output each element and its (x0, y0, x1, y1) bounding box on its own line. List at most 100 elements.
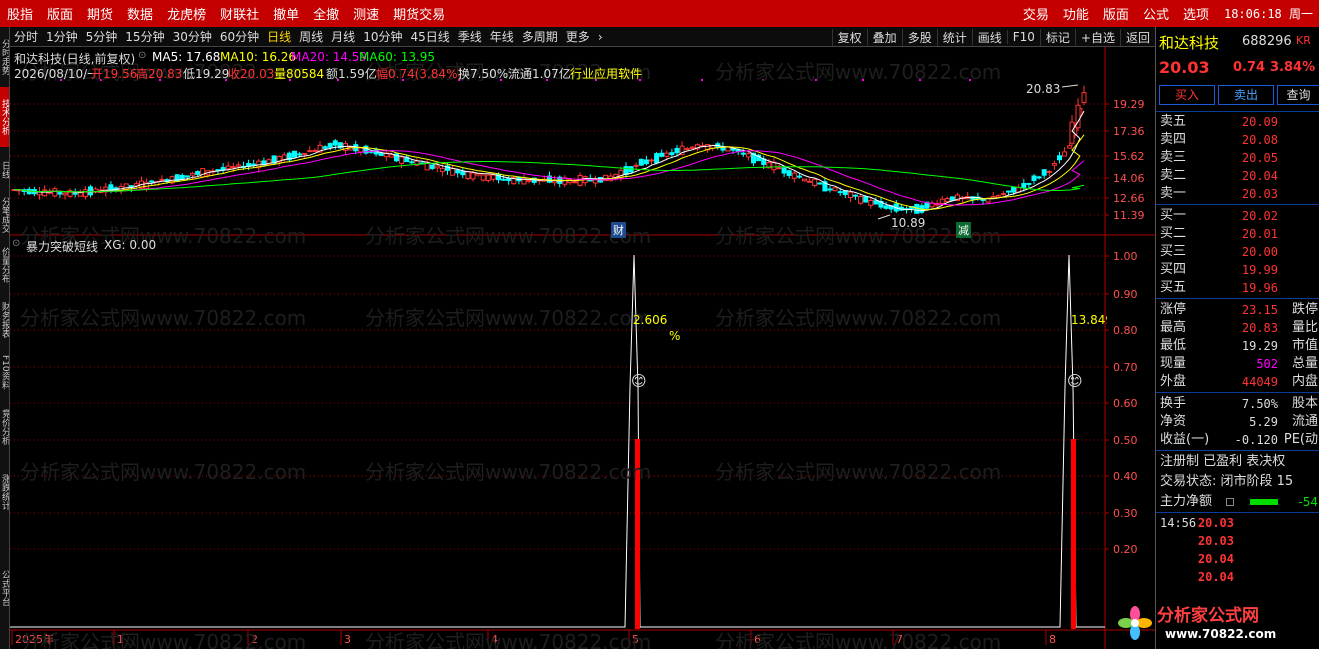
kline-chart[interactable]: 19.29 17.36 15.62 14.06 12.66 11.39 1.00 0.90 0.… (10, 47, 1155, 649)
period-tab[interactable]: 更多 (562, 28, 594, 45)
candle-body (88, 186, 93, 196)
toolbar-button[interactable]: 多股 (901, 28, 937, 46)
menu-item-right[interactable]: 选项 (1176, 4, 1216, 23)
candle-body (1051, 162, 1057, 166)
toolbar-button[interactable]: 返回 (1119, 28, 1155, 46)
price-axis-label: 14.06 (1113, 172, 1145, 185)
price-change: 0.74 (1233, 60, 1266, 75)
finance-mark[interactable]: 财 (611, 222, 626, 238)
query-button[interactable]: 查询 (1277, 85, 1319, 105)
menu-item[interactable]: 撤单 (266, 4, 306, 23)
toolbar-button[interactable]: 叠加 (866, 28, 902, 46)
menu-item[interactable]: 测速 (346, 4, 386, 23)
more-chevron-icon[interactable]: › (594, 30, 607, 44)
menu-item-right[interactable]: 交易 (1016, 4, 1056, 23)
left-tab[interactable]: 日线 (0, 147, 9, 192)
left-tab[interactable]: 涨跌统计 (0, 457, 9, 527)
ask-row: 卖四 20.08 (1156, 131, 1319, 149)
divider (1156, 512, 1319, 513)
menu-item[interactable]: 期货交易 (386, 4, 452, 23)
left-tab[interactable]: 分时走势 (0, 27, 9, 87)
bar-low: 低19.29 (183, 67, 230, 81)
candle-body (307, 150, 313, 153)
left-tab[interactable]: 技术分析 (0, 87, 9, 147)
candle-body (52, 188, 58, 197)
period-tab[interactable]: 季线 (454, 28, 486, 45)
price-axis-label: 11.39 (1113, 209, 1145, 222)
menu-item[interactable]: 期货 (80, 4, 120, 23)
top-menu-bar: 股指 版面 期货 数据 龙虎榜 财联社 撤单 全撤 测速 期货交易 交易 功能 版面 公式 选项 18:06:… (0, 0, 1319, 27)
period-tab[interactable]: 1分钟 (42, 28, 82, 45)
candle-body (674, 147, 680, 154)
period-tab[interactable]: 年线 (486, 28, 518, 45)
watermark-text: 分析家公式网www.70822.com (20, 306, 306, 330)
divider (1156, 450, 1319, 451)
toolbar-button[interactable]: F10 (1006, 30, 1040, 44)
menu-item[interactable]: 龙虎榜 (160, 4, 213, 23)
smiley-icon: 😊 (1067, 372, 1083, 390)
float-shares: 流通1.07亿 (508, 67, 571, 81)
period-tab[interactable]: 45日线 (406, 28, 453, 45)
period-tab[interactable]: 60分钟 (216, 28, 263, 45)
buy-button[interactable]: 买入 (1159, 85, 1215, 105)
candle-body (1041, 169, 1047, 176)
menu-item[interactable]: 数据 (120, 4, 160, 23)
high-price-label: 20.83 (1026, 82, 1061, 96)
stat-row: 现量 502 总量 (1156, 355, 1319, 373)
candle-body (429, 164, 435, 170)
candle-body (643, 159, 649, 165)
menu-item-right[interactable]: 公式 (1136, 4, 1176, 23)
bid-row: 买二 20.01 (1156, 225, 1319, 243)
period-tab[interactable]: 5分钟 (82, 28, 122, 45)
toolbar-button[interactable]: 统计 (936, 28, 972, 46)
candle-body (108, 184, 114, 191)
candle-body (195, 171, 201, 175)
clock: 18:06:18 周一 (1223, 7, 1313, 21)
left-tab[interactable]: 价量分布 (0, 237, 9, 292)
menu-item[interactable]: 股指 (0, 4, 40, 23)
candle-body (251, 163, 257, 166)
left-tab[interactable]: F10资料 (0, 347, 9, 397)
toolbar-button[interactable]: 画线 (971, 28, 1007, 46)
menu-item[interactable]: 财联社 (213, 4, 266, 23)
stat-row: 最高 20.83 量比 (1156, 319, 1319, 337)
candle-body (827, 188, 833, 191)
left-tab[interactable]: 公式平台 (0, 527, 9, 649)
candle-body (638, 158, 644, 166)
main-flow-row: 主力净额 -54 (1156, 493, 1319, 511)
left-tab[interactable]: 财务报表 (0, 292, 9, 347)
candle-body (292, 150, 297, 158)
candle-body (297, 153, 303, 156)
left-tab[interactable]: 分笔成交 (0, 192, 9, 237)
stat-label-2: 股本 (1291, 396, 1318, 411)
menu-item[interactable]: 版面 (40, 4, 80, 23)
period-tab[interactable]: 15分钟 (121, 28, 168, 45)
period-tab[interactable]: 分时 (10, 28, 42, 45)
candle-body (863, 196, 869, 203)
toolbar-button[interactable]: 标记 (1039, 28, 1075, 46)
period-tab[interactable]: 30分钟 (169, 28, 216, 45)
left-tab[interactable]: 竞价分析 (0, 397, 9, 457)
toolbar-button[interactable]: +自选 (1074, 28, 1120, 46)
candle-body (791, 172, 797, 179)
candle-body (832, 187, 838, 192)
collapse-icon[interactable]: ⊙ (138, 50, 146, 61)
menu-icon[interactable] (1226, 498, 1234, 506)
period-tab[interactable]: 日线 (263, 28, 295, 45)
period-tab[interactable]: 周线 (295, 28, 327, 45)
menu-item-right[interactable]: 功能 (1056, 4, 1096, 23)
menu-item[interactable]: 全撤 (306, 4, 346, 23)
price-axis-label: 15.62 (1113, 150, 1145, 163)
period-tab[interactable]: 多周期 (518, 28, 562, 45)
chart-area[interactable]: 19.29 17.36 15.62 14.06 12.66 11.39 1.00 0.90 0.… (10, 47, 1155, 649)
period-tab[interactable]: 月线 (327, 28, 359, 45)
indicator-collapse-icon[interactable]: ⊙ (12, 238, 20, 249)
candle-body (939, 198, 945, 204)
menu-item-right[interactable]: 版面 (1096, 4, 1136, 23)
candle-body (460, 171, 466, 176)
toolbar-button[interactable]: 复权 (831, 28, 867, 46)
period-tab[interactable]: 10分钟 (359, 28, 406, 45)
candle-body (817, 182, 823, 185)
sell-button[interactable]: 卖出 (1218, 85, 1274, 105)
reduce-mark[interactable]: 减 (956, 222, 971, 238)
